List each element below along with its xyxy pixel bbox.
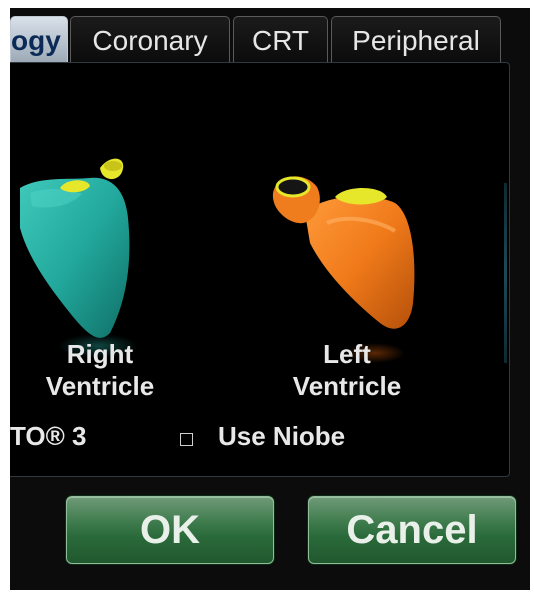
right-ventricle-line1: Right [66,339,134,369]
left-ventricle-line2: Ventricle [292,371,402,401]
tab-crt[interactable]: CRT [233,16,328,64]
right-ventricle-line2: Ventricle [45,371,155,401]
ok-button[interactable]: OK [66,496,274,564]
use-niobe-label[interactable]: Use Niobe [218,421,345,452]
cancel-button[interactable]: Cancel [308,496,516,564]
left-ventricle-label[interactable]: Left Ventricle [267,338,427,402]
tab-coronary[interactable]: Coronary [70,16,230,64]
right-ventricle-model[interactable] [10,148,150,358]
panel-edge [504,183,507,363]
tab-bar: ogy Coronary CRT Peripheral [10,12,530,64]
right-ventricle-label[interactable]: Right Ventricle [20,338,180,402]
anatomy-panel: Right Ventricle Left Ventricle TO® 3 Use… [10,62,510,477]
use-niobe-checkbox[interactable] [180,433,193,446]
partial-option-label[interactable]: TO® 3 [10,421,86,452]
tab-electrophysiology[interactable]: ogy [10,16,68,64]
left-ventricle-line1: Left [323,339,371,369]
left-ventricle-model[interactable] [265,163,435,363]
tab-peripheral[interactable]: Peripheral [331,16,501,64]
dialog-window: ogy Coronary CRT Peripheral Right Ventri… [10,8,530,590]
